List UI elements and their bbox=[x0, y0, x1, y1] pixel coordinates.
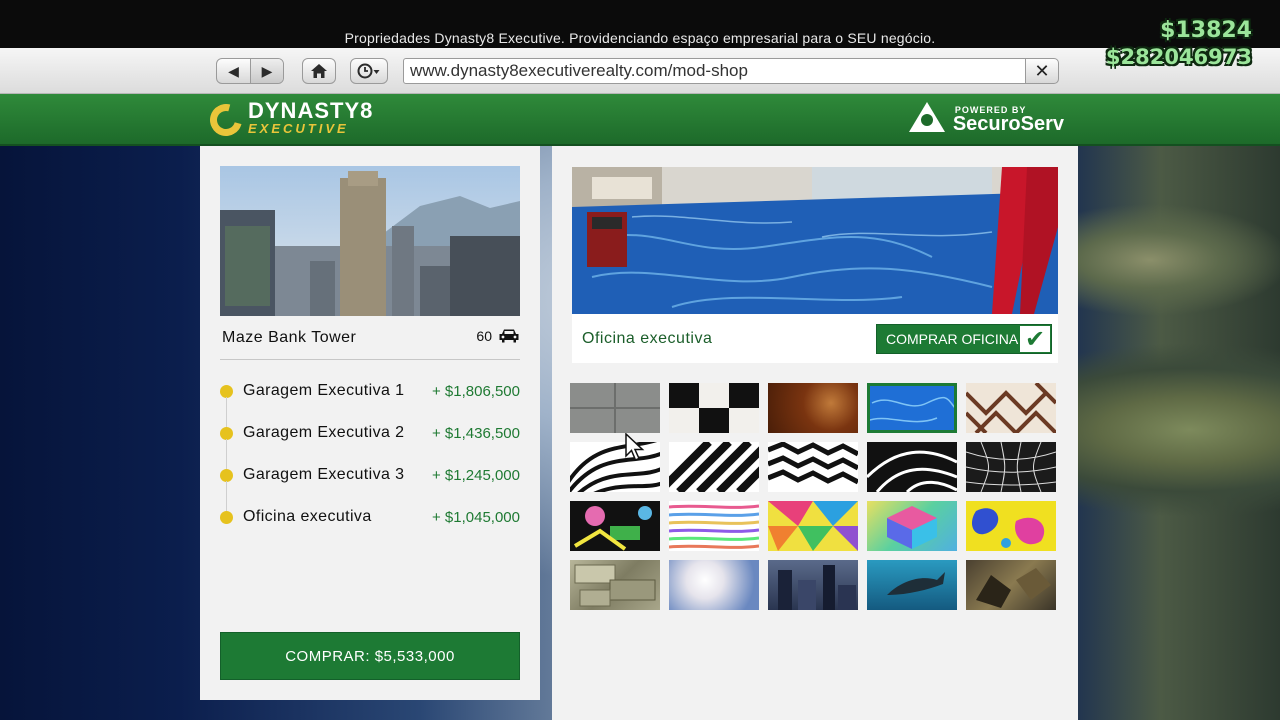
style-swatch-black-white-checker[interactable] bbox=[669, 383, 759, 433]
style-swatch-wavy-zebra[interactable] bbox=[768, 442, 858, 492]
bullet-icon bbox=[220, 384, 233, 398]
divider bbox=[220, 359, 520, 360]
workshop-preview-image bbox=[572, 167, 1058, 314]
close-button[interactable]: ✕ bbox=[1025, 58, 1059, 84]
securoserv-logo: POWERED BY SecuroServ bbox=[908, 102, 1064, 135]
style-swatch-black-swirl[interactable] bbox=[867, 442, 957, 492]
property-panel: Maze Bank Tower 60 Garagem Executiva 1 +… bbox=[200, 146, 540, 700]
forward-arrow-icon: ▶ bbox=[261, 62, 273, 79]
style-swatch-geometric-color[interactable] bbox=[768, 501, 858, 551]
workshop-label: Oficina executiva bbox=[582, 330, 713, 347]
clock-icon bbox=[357, 63, 380, 79]
purchase-item[interactable]: Garagem Executiva 1 + $1,806,500 bbox=[220, 370, 520, 427]
history-button[interactable] bbox=[350, 58, 388, 84]
style-swatch-graffiti[interactable] bbox=[570, 501, 660, 551]
garage-capacity: 60 bbox=[476, 328, 520, 344]
url-input[interactable]: www.dynasty8executiverealty.com/mod-shop bbox=[403, 58, 1027, 84]
item-name: Oficina executiva bbox=[243, 508, 372, 525]
site-header: DYNASTY8 EXECUTIVE POWERED BY SecuroServ bbox=[0, 94, 1280, 146]
style-swatch-clouds[interactable] bbox=[669, 560, 759, 610]
item-price: + $1,806,500 bbox=[431, 382, 520, 400]
bullet-icon bbox=[220, 426, 233, 440]
style-swatch-diagonal-stripes[interactable] bbox=[669, 442, 759, 492]
style-swatch-color-cube[interactable] bbox=[867, 501, 957, 551]
property-image bbox=[220, 166, 520, 316]
money-hud: $13824 $282046973 bbox=[1106, 18, 1252, 70]
browser-toolbar: ◀ ▶ www.dynasty8executiverealty.com/mod-… bbox=[0, 48, 1280, 94]
capacity-value: 60 bbox=[476, 328, 492, 344]
style-swatch-grey-tile[interactable] bbox=[570, 383, 660, 433]
car-icon bbox=[499, 329, 519, 343]
bank-amount: $282046973 bbox=[1105, 45, 1252, 69]
mouse-cursor-icon bbox=[625, 433, 645, 461]
style-swatch-paint-splash[interactable] bbox=[966, 501, 1056, 551]
forward-button[interactable]: ▶ bbox=[249, 59, 283, 83]
site-tagline: Propriedades Dynasty8 Executive. Provide… bbox=[344, 30, 936, 46]
logo-line1: DYNASTY8 bbox=[248, 98, 374, 123]
top-bar: Propriedades Dynasty8 Executive. Provide… bbox=[0, 0, 1280, 48]
style-swatch-money[interactable] bbox=[570, 560, 660, 610]
powered-brand-label: SecuroServ bbox=[952, 113, 1064, 135]
style-swatch-pastel-stripes[interactable] bbox=[669, 501, 759, 551]
style-swatch-grid-warp[interactable] bbox=[966, 442, 1056, 492]
item-price: + $1,245,000 bbox=[431, 466, 520, 484]
nav-button-group: ◀ ▶ bbox=[216, 58, 284, 84]
floor-style-grid bbox=[570, 383, 1060, 610]
buy-total-button[interactable]: COMPRAR: $5,533,000 bbox=[220, 632, 520, 680]
bullet-icon bbox=[220, 510, 233, 524]
home-button[interactable] bbox=[302, 58, 336, 84]
purchase-item[interactable]: Garagem Executiva 2 + $1,436,500 bbox=[220, 412, 520, 469]
workshop-preview-card: Oficina executiva COMPRAR OFICINA ✔ bbox=[572, 167, 1058, 363]
style-swatch-city[interactable] bbox=[768, 560, 858, 610]
bullet-icon bbox=[220, 468, 233, 482]
style-swatch-maze-pattern[interactable] bbox=[966, 383, 1056, 433]
buy-workshop-label: COMPRAR OFICINA bbox=[886, 331, 1019, 347]
style-swatch-blue-water[interactable] bbox=[867, 383, 957, 433]
item-name: Garagem Executiva 1 bbox=[243, 382, 405, 399]
securoserv-icon bbox=[908, 102, 945, 132]
dynasty8-logo-icon bbox=[204, 98, 248, 142]
item-name: Garagem Executiva 2 bbox=[243, 424, 405, 441]
property-name: Maze Bank Tower bbox=[222, 329, 357, 346]
dynasty8-logo[interactable]: DYNASTY8 EXECUTIVE bbox=[204, 98, 374, 142]
back-arrow-icon: ◀ bbox=[228, 62, 239, 79]
purchase-item[interactable]: Oficina executiva + $1,045,000 bbox=[220, 496, 520, 538]
back-button[interactable]: ◀ bbox=[217, 59, 250, 83]
item-name: Garagem Executiva 3 bbox=[243, 466, 405, 483]
purchase-item[interactable]: Garagem Executiva 3 + $1,245,000 bbox=[220, 454, 520, 511]
buy-workshop-button[interactable]: COMPRAR OFICINA ✔ bbox=[876, 324, 1052, 354]
home-icon bbox=[311, 64, 327, 78]
style-swatch-shark[interactable] bbox=[867, 560, 957, 610]
purchase-items-list: Garagem Executiva 1 + $1,806,500 Garagem… bbox=[220, 370, 520, 538]
style-swatch-rocks[interactable] bbox=[966, 560, 1056, 610]
item-price: + $1,436,500 bbox=[431, 424, 520, 442]
style-swatch-rust[interactable] bbox=[768, 383, 858, 433]
checkmark-icon: ✔ bbox=[1020, 326, 1050, 353]
close-icon: ✕ bbox=[1034, 60, 1050, 81]
cash-amount: $13824 bbox=[1160, 18, 1252, 43]
item-price: + $1,045,000 bbox=[431, 508, 520, 526]
style-swatch-zebra-stripes[interactable] bbox=[570, 442, 660, 492]
